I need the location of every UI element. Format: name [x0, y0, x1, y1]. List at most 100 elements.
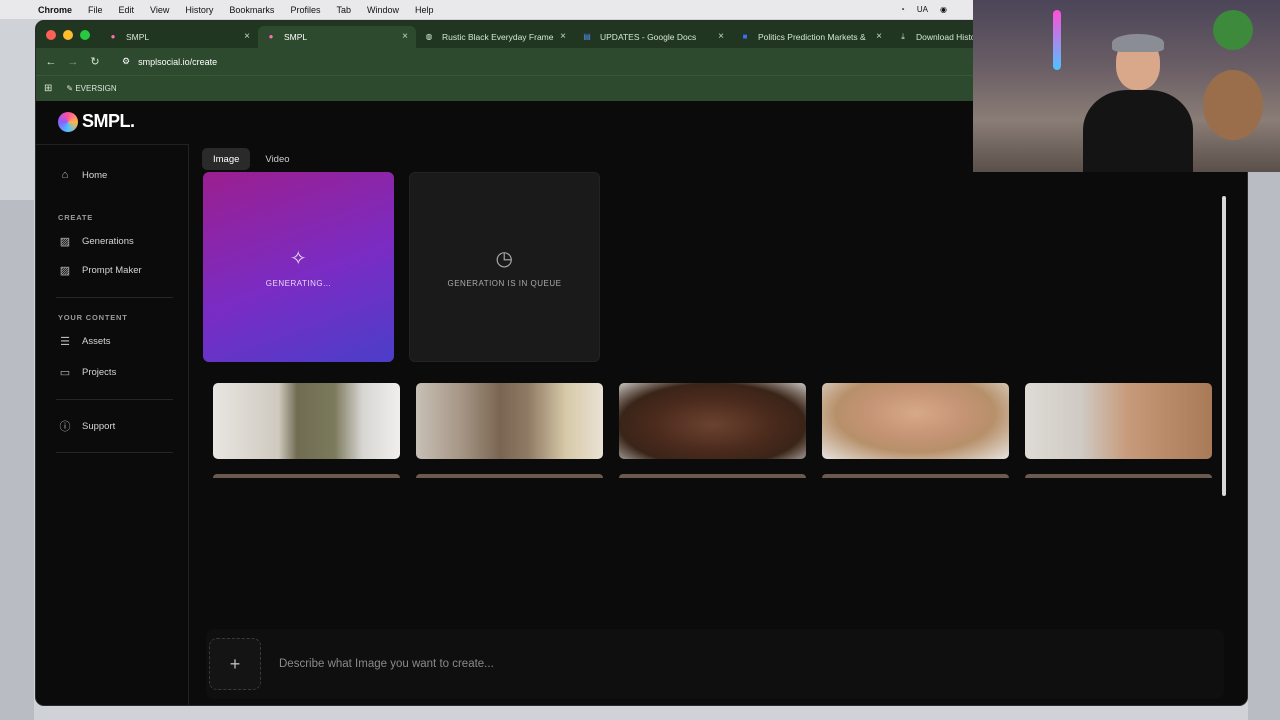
menu-edit[interactable]: Edit [119, 5, 135, 15]
sidebar-item-label: Assets [82, 335, 111, 347]
sidebar-item-label: Generations [82, 235, 134, 247]
generation-thumbnail[interactable] [619, 474, 806, 478]
smpl-favicon: ● [268, 32, 274, 41]
reload-icon[interactable]: ↻ [84, 55, 106, 68]
tab-google-docs[interactable]: ▤ UPDATES - Google Docs × [574, 26, 732, 48]
teddy-bear [1203, 70, 1263, 140]
gallery-scrollbar[interactable] [1222, 196, 1226, 496]
polymarket-icon: ■ [742, 32, 748, 41]
folder-icon: ▭ [59, 366, 71, 379]
menu-window[interactable]: Window [367, 5, 399, 15]
sidebar-item-support[interactable]: ⓘ Support [58, 420, 116, 434]
sidebar-item-prompt-maker[interactable]: ▨ Prompt Maker [58, 264, 142, 277]
sidebar-item-assets[interactable]: ☰ Assets [58, 335, 111, 348]
home-icon: ⌂ [61, 169, 69, 181]
globe-icon: ◍ [425, 32, 433, 41]
tab-polymarket[interactable]: ■ Politics Prediction Markets & × [732, 26, 890, 48]
menubar-status: ◔ UA ◉ [900, 5, 947, 14]
sidebar-item-projects[interactable]: ▭ Projects [58, 366, 117, 379]
prompt-input[interactable] [279, 658, 1179, 670]
sidebar-heading-create: CREATE [58, 213, 94, 222]
forward-arrow-icon[interactable]: → [62, 56, 84, 68]
generation-thumbnail[interactable] [822, 383, 1009, 459]
image-icon: ▨ [59, 235, 71, 248]
desktop-left-edge [0, 200, 34, 720]
generation-thumbnail[interactable] [619, 383, 806, 459]
generation-thumbnail[interactable] [1025, 474, 1212, 478]
menu-help[interactable]: Help [415, 5, 434, 15]
tab-image[interactable]: Image [202, 148, 251, 170]
smpl-favicon: ● [110, 32, 116, 41]
close-tab-icon[interactable]: × [402, 31, 408, 42]
sidebar-item-generations[interactable]: ▨ Generations [58, 235, 134, 248]
generation-gallery [213, 383, 1212, 459]
plus-icon: + [229, 653, 241, 674]
logo-text: SMPL. [82, 111, 135, 131]
close-window-button[interactable] [46, 29, 56, 40]
download-icon: ⤓ [901, 31, 905, 41]
apps-grid-icon[interactable]: ⊞ [44, 83, 52, 94]
sidebar-item-label: Home [82, 169, 108, 181]
screen-record-icon[interactable]: ◉ [940, 5, 947, 14]
back-arrow-icon[interactable]: ← [40, 56, 62, 68]
tab-title: SMPL [284, 31, 308, 42]
tab-title: Rustic Black Everyday Frame [442, 31, 554, 42]
tab-smpl-2[interactable]: ● SMPL × [258, 25, 416, 48]
generation-thumbnail[interactable] [822, 474, 1009, 478]
tab-smpl-1[interactable]: ● SMPL × [100, 26, 258, 48]
mode-tabs: Image Video [202, 148, 301, 170]
zoom-window-button[interactable] [80, 29, 90, 40]
cap [1112, 34, 1164, 52]
close-tab-icon[interactable]: × [244, 31, 250, 42]
database-icon: ☰ [60, 335, 70, 348]
sync-icon[interactable]: ◔ [900, 5, 905, 14]
bookmark-label: EVERSIGN [75, 84, 117, 93]
sidebar-item-label: Projects [82, 366, 117, 378]
menu-file[interactable]: File [88, 5, 103, 15]
divider [56, 399, 173, 400]
sparkles-icon: ✧ [289, 248, 308, 270]
close-tab-icon[interactable]: × [560, 31, 566, 42]
tab-title: Politics Prediction Markets & [758, 31, 866, 42]
generating-label: GENERATING... [265, 279, 332, 288]
menu-bookmarks[interactable]: Bookmarks [229, 5, 274, 15]
generation-thumbnail[interactable] [1025, 383, 1212, 459]
sidebar-item-home[interactable]: ⌂ Home [58, 169, 108, 181]
minimize-window-button[interactable] [63, 29, 73, 40]
tab-rustic-frame[interactable]: ◍ Rustic Black Everyday Frame × [416, 26, 574, 48]
docs-icon: ▤ [583, 32, 591, 41]
url-text[interactable]: smplsocial.io/create [138, 57, 217, 67]
smpl-app: SMPL. ⌂ Home CREATE ▨ Generations ▨ Prom… [36, 101, 1247, 705]
input-source[interactable]: UA [917, 5, 928, 14]
neon-light [1053, 10, 1061, 70]
smpl-logo[interactable]: SMPL. [58, 111, 135, 132]
menu-view[interactable]: View [150, 5, 169, 15]
plush-toy [1213, 10, 1253, 50]
logo-mark-icon [58, 111, 78, 132]
sidebar-item-label: Support [82, 420, 116, 432]
add-reference-button[interactable]: + [209, 638, 261, 690]
generating-card: ✧ GENERATING... [203, 172, 394, 362]
create-main: Image Video ✧ GENERATING... ◷ GENERATION… [196, 144, 1236, 705]
generation-thumbnail[interactable] [416, 474, 603, 478]
shirt [1083, 90, 1193, 172]
generation-thumbnail[interactable] [213, 383, 400, 459]
generation-thumbnail[interactable] [213, 474, 400, 478]
address-bar[interactable]: ⚙ smplsocial.io/create [122, 56, 217, 67]
generation-gallery-row-2 [213, 474, 1212, 478]
bookmark-eversign[interactable]: ✎ EVERSIGN [66, 84, 116, 93]
image-icon: ▨ [59, 264, 71, 277]
close-tab-icon[interactable]: × [718, 31, 724, 42]
tab-video[interactable]: Video [254, 148, 300, 170]
site-settings-icon[interactable]: ⚙ [122, 56, 130, 67]
prompt-bar: + [206, 629, 1224, 699]
divider [56, 452, 173, 453]
generation-thumbnail[interactable] [416, 383, 603, 459]
queued-card: ◷ GENERATION IS IN QUEUE [409, 172, 600, 362]
menu-app-name[interactable]: Chrome [38, 5, 72, 15]
menu-tab[interactable]: Tab [336, 5, 351, 15]
menu-profiles[interactable]: Profiles [290, 5, 320, 15]
sidebar-heading-content: YOUR CONTENT [58, 313, 128, 322]
menu-history[interactable]: History [185, 5, 213, 15]
close-tab-icon[interactable]: × [876, 31, 882, 42]
